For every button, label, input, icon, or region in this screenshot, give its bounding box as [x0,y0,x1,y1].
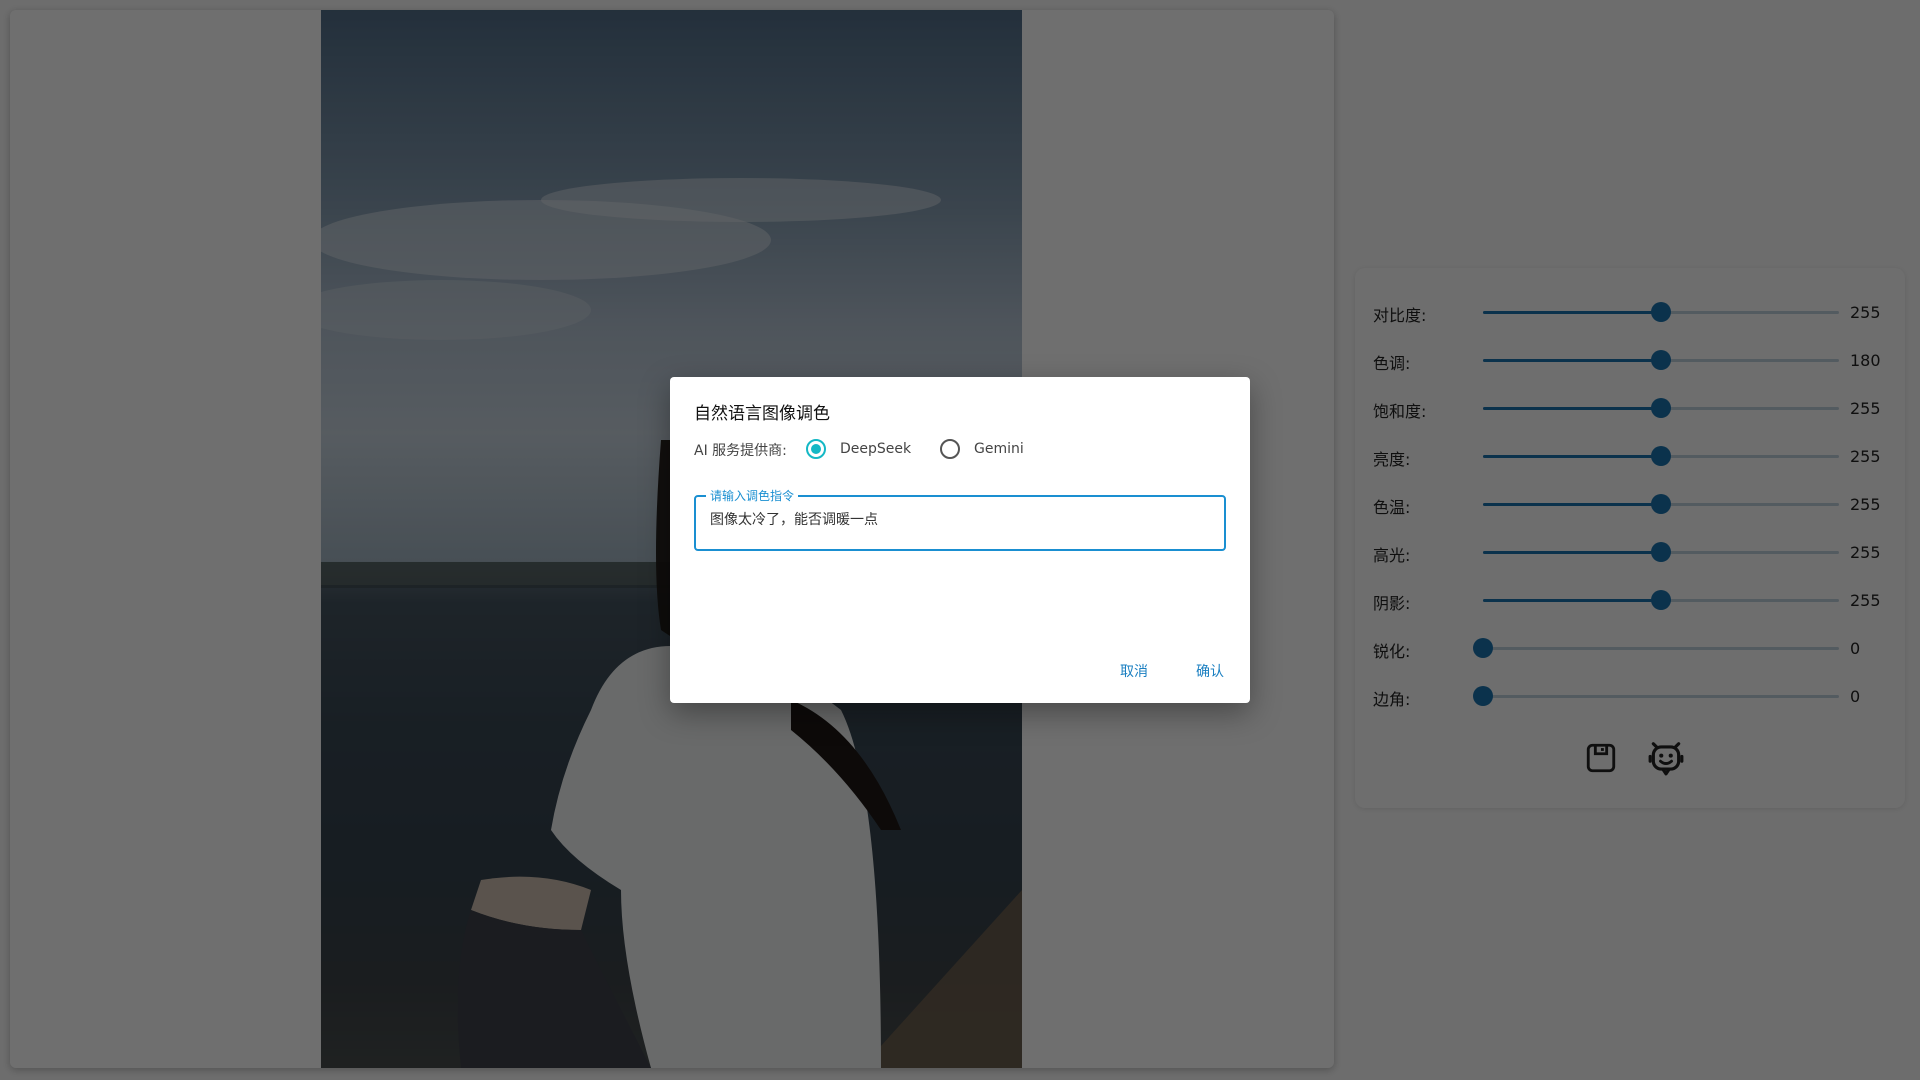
provider-selector: AI 服务提供商: DeepSeek Gemini [694,437,1234,461]
app-root: 对比度:255色调:180饱和度:255亮度:255色温:255高光:255阴影… [0,0,1920,1080]
radio-gemini[interactable]: Gemini [940,437,1024,461]
confirm-button[interactable]: 确认 [1190,657,1230,685]
radio-deepseek-label: DeepSeek [840,441,912,457]
radio-checked-icon [806,439,826,459]
radio-deepseek[interactable]: DeepSeek [806,437,911,461]
dialog-title: 自然语言图像调色 [694,404,830,424]
instruction-field: 请输入调色指令 [694,487,1226,551]
cancel-button[interactable]: 取消 [1114,657,1154,685]
provider-label: AI 服务提供商: [694,443,787,459]
color-grading-dialog: 自然语言图像调色 AI 服务提供商: DeepSeek Gemini 请输入调色… [670,377,1250,703]
instruction-input[interactable] [710,511,1210,527]
radio-gemini-label: Gemini [974,441,1024,457]
dialog-actions: 取消 确认 [1114,657,1230,685]
instruction-field-label: 请输入调色指令 [706,487,799,504]
radio-unchecked-icon [940,439,960,459]
